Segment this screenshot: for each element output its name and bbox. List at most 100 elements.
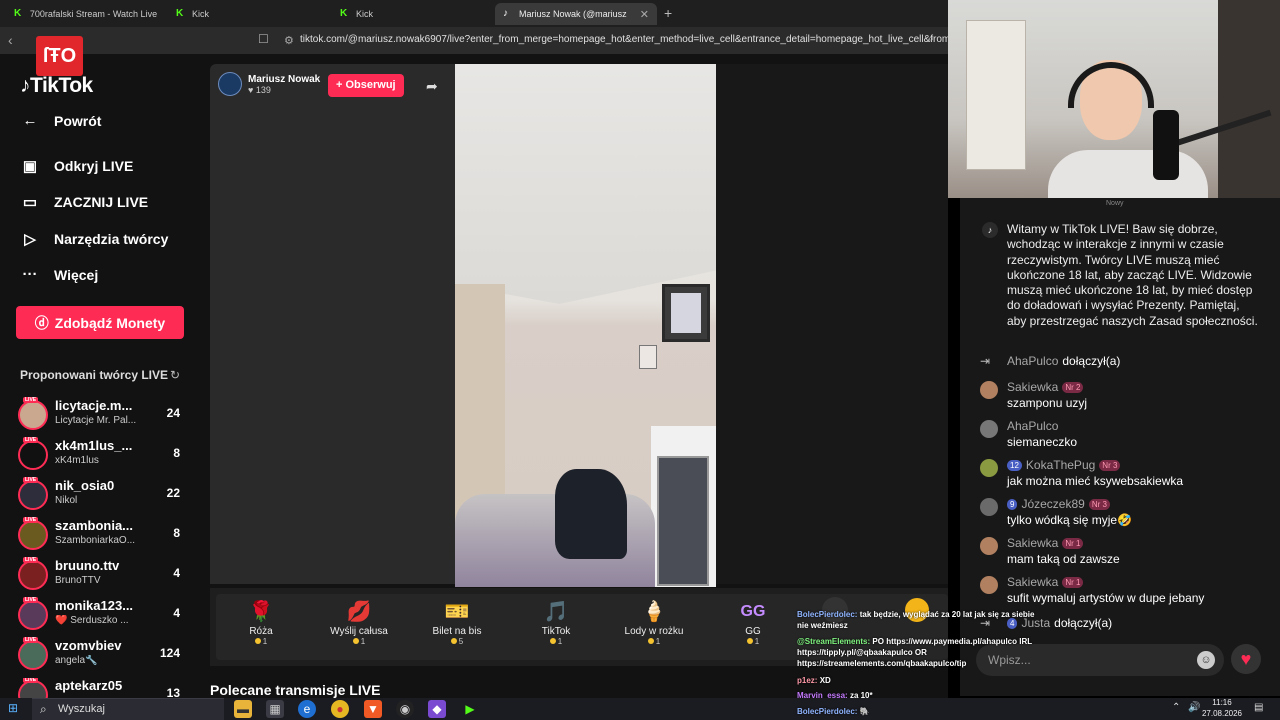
chat-user[interactable]: Józeczek89: [1021, 497, 1084, 511]
overlay-text: 🐘: [859, 707, 870, 716]
nav-back[interactable]: ← Powrót: [20, 112, 102, 129]
gg-icon: GG: [740, 603, 766, 620]
creator-viewers: 124: [159, 646, 180, 660]
gift-item[interactable]: GG GG 1: [703, 598, 803, 646]
tiktok-logo[interactable]: ♪TikTok: [20, 74, 93, 98]
edge-icon[interactable]: e: [298, 700, 316, 718]
share-icon[interactable]: ➦: [426, 78, 438, 95]
likes-count: 139: [255, 84, 271, 95]
gift-item[interactable]: 🍦 Lody w rożku 1: [604, 598, 704, 646]
close-icon[interactable]: ✕: [640, 8, 649, 21]
live-video[interactable]: [455, 64, 716, 587]
avatar: LIVE: [18, 397, 48, 430]
heart-icon[interactable]: ♥: [1231, 644, 1261, 674]
back-icon[interactable]: ‹: [8, 32, 13, 48]
nav-label: Więcej: [54, 266, 99, 283]
rank-badge: Nr 3: [1099, 459, 1121, 471]
nav-creator-tools[interactable]: ▷ Narzędzia twórcy: [20, 230, 168, 248]
creator-name: bruuno.ttv: [55, 558, 120, 573]
creator-item[interactable]: LIVE monika123... ❤️ Serduszko ... 4: [18, 597, 184, 634]
cam-door: [966, 20, 1026, 170]
cam-microphone: [1153, 110, 1179, 180]
cam-shelf: [1218, 0, 1280, 198]
chevron-up-icon[interactable]: ⌃: [1172, 702, 1180, 713]
chat-user[interactable]: AhaPulco: [1007, 354, 1058, 368]
creator-item[interactable]: LIVE xk4m1lus_... xK4m1lus 8: [18, 437, 184, 474]
video-cabinet: [651, 426, 716, 587]
browser-tab[interactable]: K Kick: [332, 3, 492, 25]
zoom-icon[interactable]: ⌕: [928, 33, 934, 46]
cam-headphones: [1068, 62, 1154, 108]
tv-icon: ▣: [22, 158, 38, 175]
browser-tab[interactable]: K Kick: [168, 3, 328, 25]
creator-viewers: 4: [173, 606, 180, 620]
taskbar-clock[interactable]: 11:16 27.08.2026: [1200, 697, 1244, 719]
url-field[interactable]: tiktok.com/@mariusz.nowak6907/live?enter…: [300, 34, 959, 45]
app-icon[interactable]: ◆: [428, 700, 446, 718]
video-clothes: [555, 469, 627, 559]
chat-user[interactable]: Sakiewka: [1007, 380, 1058, 394]
creator-subtitle: Nikol: [55, 495, 78, 506]
emoji-icon[interactable]: ☺: [1197, 651, 1215, 669]
nav-more[interactable]: ··· Więcej: [20, 266, 99, 283]
notification-icon[interactable]: ▤: [1254, 702, 1263, 713]
chat-user[interactable]: KokaThePug: [1026, 458, 1095, 472]
taskbar-search[interactable]: ⌕ Wyszukaj: [32, 698, 224, 720]
chat-text: szamponu uzyj: [1007, 396, 1088, 410]
windows-start-icon[interactable]: ⊞: [8, 701, 24, 717]
rank-badge: Nr 1: [1062, 576, 1084, 588]
creator-item[interactable]: LIVE aptekarz05 13: [18, 678, 184, 698]
creator-item[interactable]: LIVE bruuno.ttv BrunoTTV 4: [18, 557, 184, 594]
live-badge: LIVE: [23, 597, 39, 603]
tab-label: 700rafalski Stream - Watch Live on K: [29, 9, 158, 19]
live-badge: LIVE: [23, 437, 39, 443]
chat-message: Sakiewka Nr 1 mam taką od zawsze: [980, 536, 1270, 570]
refresh-icon[interactable]: ↻: [170, 368, 180, 382]
level-badge: 12: [1007, 459, 1022, 471]
ice-cream-icon: 🍦: [641, 601, 667, 623]
search-icon: ⌕: [40, 702, 47, 716]
tab-label: Kick: [192, 9, 210, 19]
creator-item[interactable]: LIVE licytacje.m... Licytacje Mr. Pal...…: [18, 397, 184, 434]
obs-icon[interactable]: ◉: [396, 700, 414, 718]
gift-name: Róża: [249, 626, 273, 637]
get-coins-button[interactable]: ⓓ Zdobądź Monety: [16, 306, 184, 339]
chat-text: dołączył(a): [1062, 354, 1121, 368]
bookmark-icon[interactable]: ☐: [258, 32, 269, 46]
avatar: LIVE: [18, 637, 48, 670]
site-info-icon[interactable]: ⚙: [284, 34, 294, 47]
creator-viewers: 24: [166, 406, 180, 420]
more-icon: ···: [22, 266, 38, 283]
kick-icon[interactable]: ▶: [461, 700, 479, 718]
follow-button[interactable]: + Obserwuj: [328, 74, 404, 97]
nav-discover-live[interactable]: ▣ Odkryj LIVE: [20, 157, 133, 175]
new-tab-button[interactable]: +: [664, 5, 672, 21]
streamer-card[interactable]: Mariusz Nowak ♥ 139: [218, 72, 320, 96]
file-explorer-icon[interactable]: ▬: [234, 700, 252, 718]
chat-user[interactable]: Sakiewka: [1007, 575, 1058, 589]
live-badge: LIVE: [23, 517, 39, 523]
nav-start-live[interactable]: ▭ ZACZNIJ LIVE: [20, 193, 148, 211]
volume-icon[interactable]: 🔊: [1188, 702, 1200, 713]
stream-overlay-logo: ſŦO: [36, 36, 83, 76]
kick-icon: K: [14, 8, 22, 19]
creator-item[interactable]: LIVE szambonia... SzamboniarkaO... 8: [18, 517, 184, 554]
chat-user[interactable]: Sakiewka: [1007, 536, 1058, 550]
browser-tab[interactable]: K 700rafalski Stream - Watch Live on K: [6, 3, 166, 25]
camera-icon: ▭: [22, 194, 38, 211]
creator-item[interactable]: LIVE nik_osia0 Nikol 22: [18, 477, 184, 514]
brave-icon[interactable]: ▼: [364, 700, 382, 718]
gift-item[interactable]: 🎫 Bilet na bis 5: [407, 598, 507, 646]
gift-item[interactable]: 💋 Wyślij całusa 1: [309, 598, 409, 646]
tiktok-icon: ♪: [982, 222, 998, 238]
chrome-icon[interactable]: ●: [331, 700, 349, 718]
chat-user[interactable]: AhaPulco: [1007, 419, 1058, 433]
browser-tab-active[interactable]: ♪ Mariusz Nowak (@mariusz.n ✕: [495, 3, 657, 25]
creator-viewers: 8: [173, 526, 180, 540]
gift-item[interactable]: 🌹 Róża 1: [211, 598, 311, 646]
app-icon[interactable]: ▦: [266, 700, 284, 718]
creator-item[interactable]: LIVE vzomvbiev angela🔧 124: [18, 637, 184, 674]
recommended-title: Polecane transmisje LIVE: [210, 682, 381, 698]
gift-item[interactable]: 🎵 TikTok 1: [506, 598, 606, 646]
gift-price: 1: [754, 637, 760, 646]
